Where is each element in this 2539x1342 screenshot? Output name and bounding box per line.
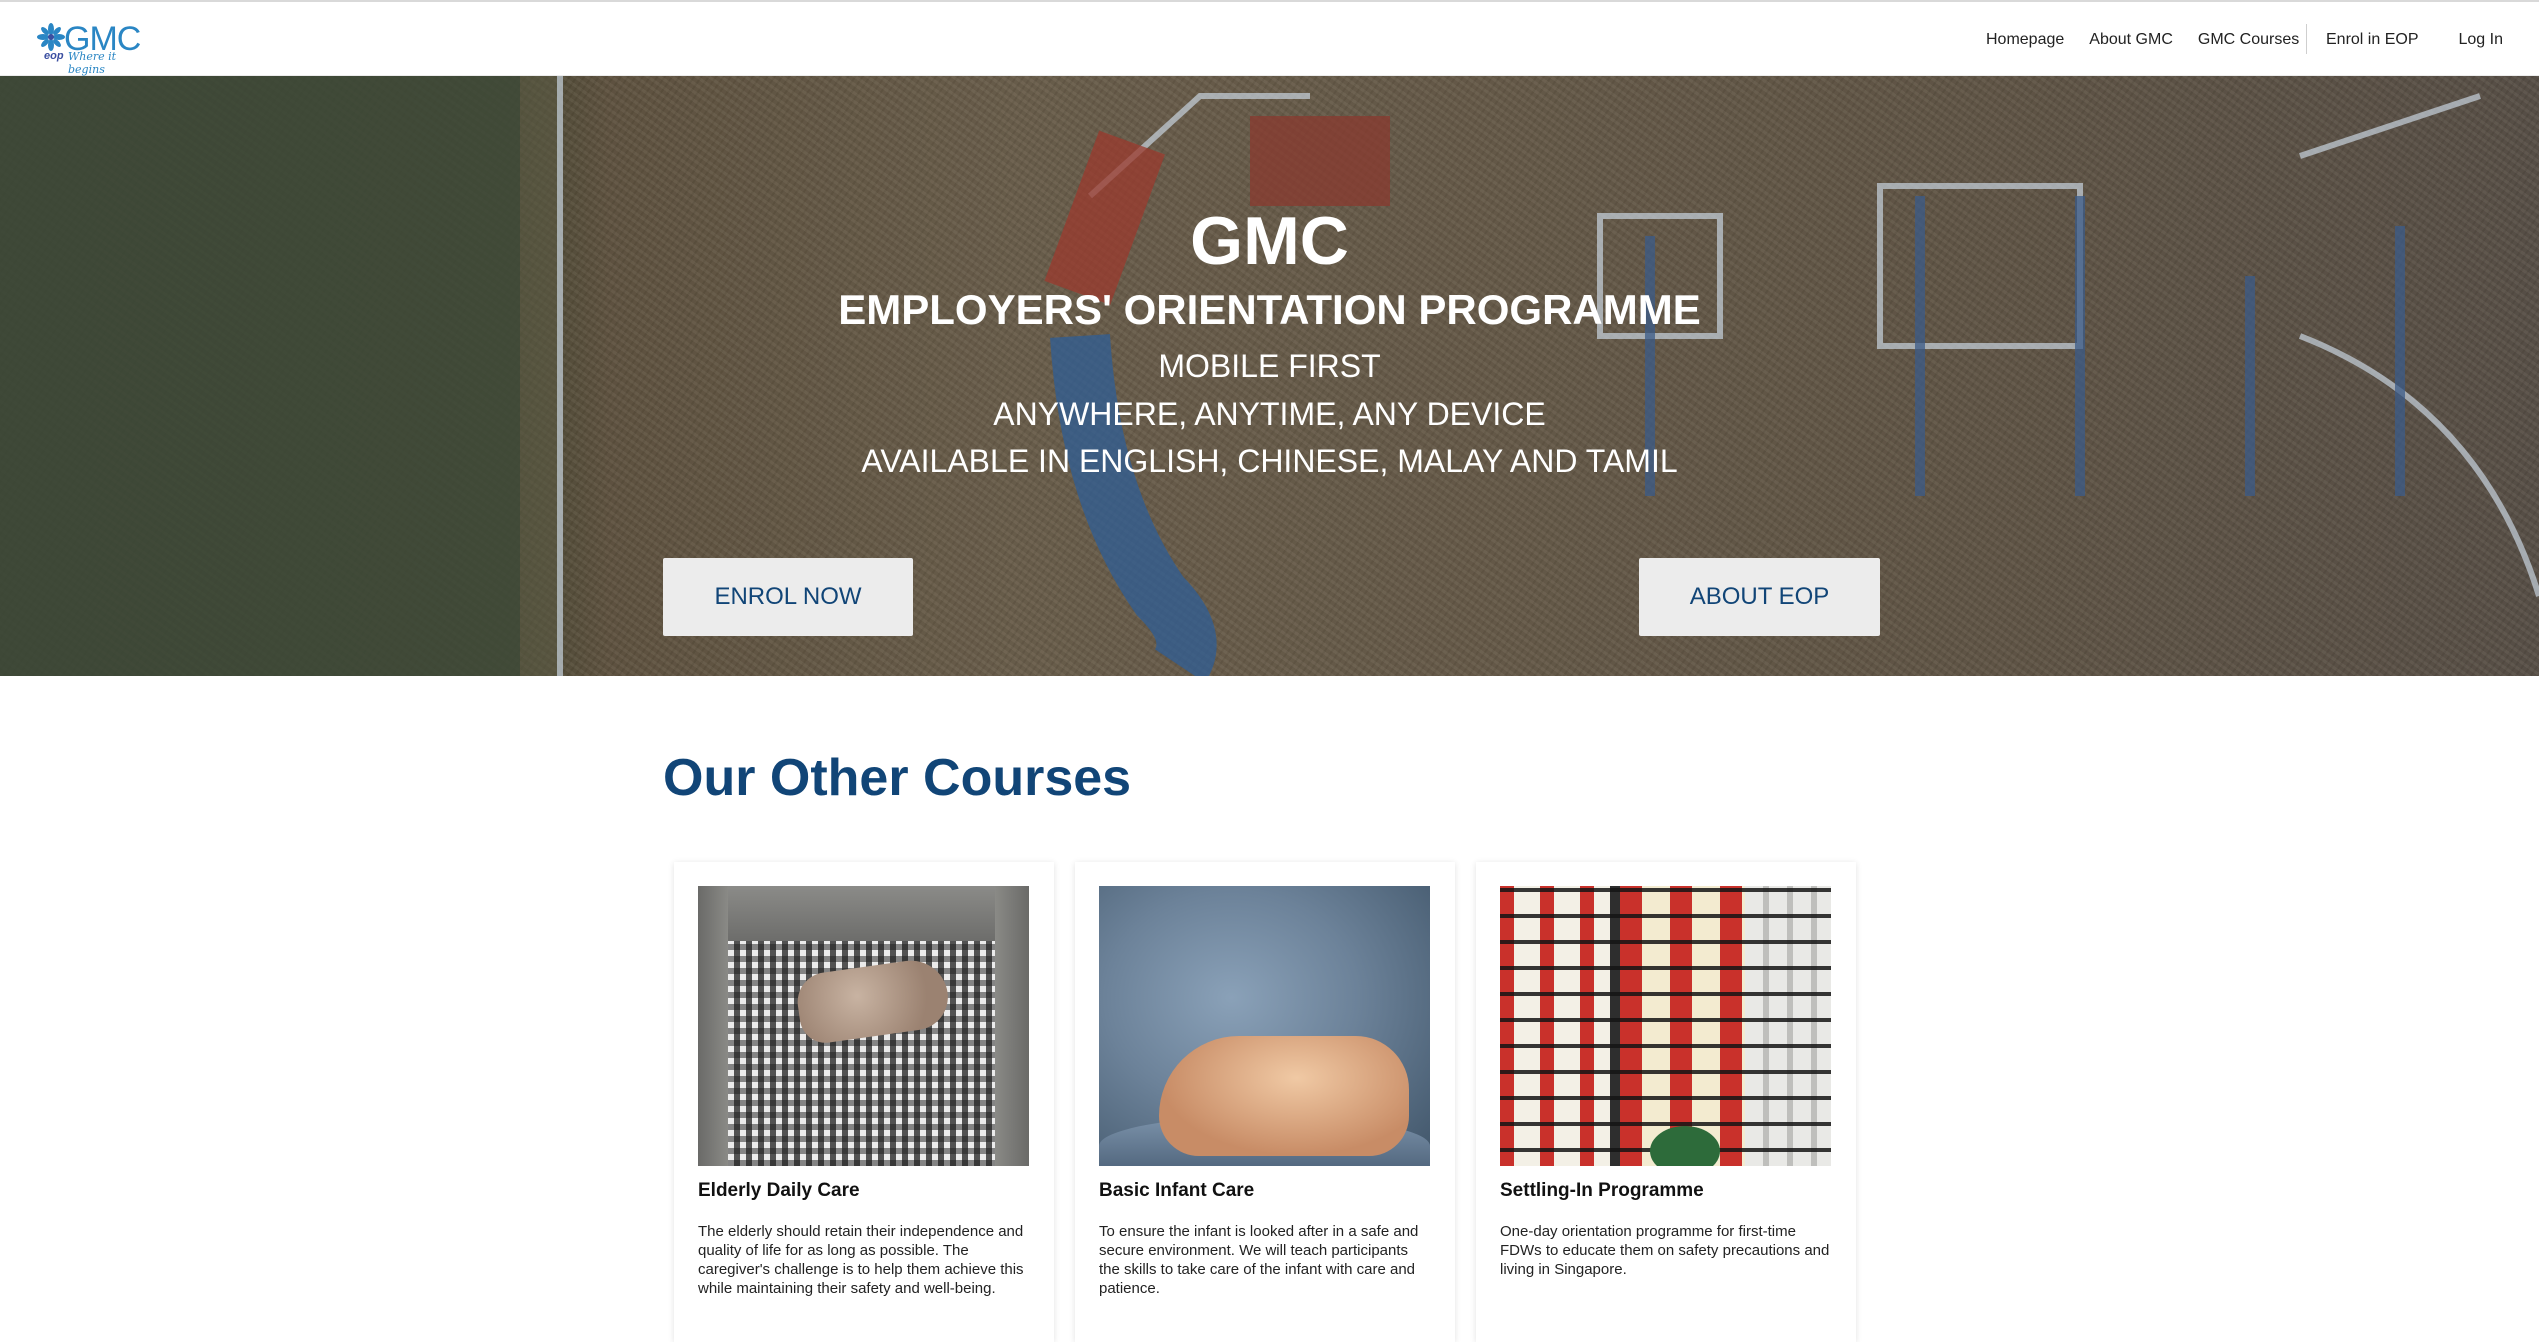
elderly-care-image [698, 886, 1029, 1166]
course-title[interactable]: Basic Infant Care [1099, 1180, 1254, 1202]
course-description: To ensure the infant is looked after in … [1099, 1223, 1419, 1297]
hero-line-mobile: MOBILE FIRST [1158, 348, 1381, 384]
logo-tag-prefix: eop [44, 50, 64, 62]
course-card-infant[interactable]: Basic Infant Care To ensure the infant i… [1075, 862, 1455, 1342]
account-nav: Enrol in EOP Log In [2326, 2, 2503, 78]
hero-banner: GMC EMPLOYERS' ORIENTATION PROGRAMME MOB… [0, 76, 2539, 676]
courses-heading: Our Other Courses [663, 749, 1132, 807]
gmc-logo[interactable]: GMC eop Where it begins [36, 20, 156, 76]
nav-homepage[interactable]: Homepage [1986, 31, 2064, 49]
nav-about-gmc[interactable]: About GMC [2089, 31, 2173, 49]
course-title[interactable]: Settling-In Programme [1500, 1180, 1704, 1202]
enrol-now-button[interactable]: ENROL NOW [663, 558, 913, 636]
flower-logo-icon [37, 23, 65, 51]
site-header: GMC eop Where it begins Homepage About G… [0, 0, 2539, 76]
course-title[interactable]: Elderly Daily Care [698, 1180, 860, 1202]
course-card-settling-in[interactable]: Settling-In Programme One-day orientatio… [1476, 862, 1856, 1342]
nav-login[interactable]: Log In [2458, 31, 2502, 49]
nav-divider [2306, 24, 2307, 54]
hero-subtitle: EMPLOYERS' ORIENTATION PROGRAMME [838, 286, 1701, 333]
infant-care-image [1099, 886, 1430, 1166]
hero-title: GMC [1190, 203, 1349, 279]
about-eop-button[interactable]: ABOUT EOP [1639, 558, 1880, 636]
course-description: The elderly should retain their independ… [698, 1223, 1024, 1297]
nav-enrol-eop[interactable]: Enrol in EOP [2326, 31, 2418, 49]
settling-in-image [1500, 886, 1831, 1166]
hero-line-anywhere: ANYWHERE, ANYTIME, ANY DEVICE [993, 396, 1546, 432]
hero-line-languages: AVAILABLE IN ENGLISH, CHINESE, MALAY AND… [861, 443, 1678, 479]
nav-gmc-courses[interactable]: GMC Courses [2198, 31, 2299, 49]
logo-tagline: Where it begins [68, 50, 117, 76]
course-card-elderly[interactable]: Elderly Daily Care The elderly should re… [674, 862, 1054, 1342]
main-nav: Homepage About GMC GMC Courses [1986, 2, 2324, 78]
course-description: One-day orientation programme for first-… [1500, 1223, 1830, 1278]
